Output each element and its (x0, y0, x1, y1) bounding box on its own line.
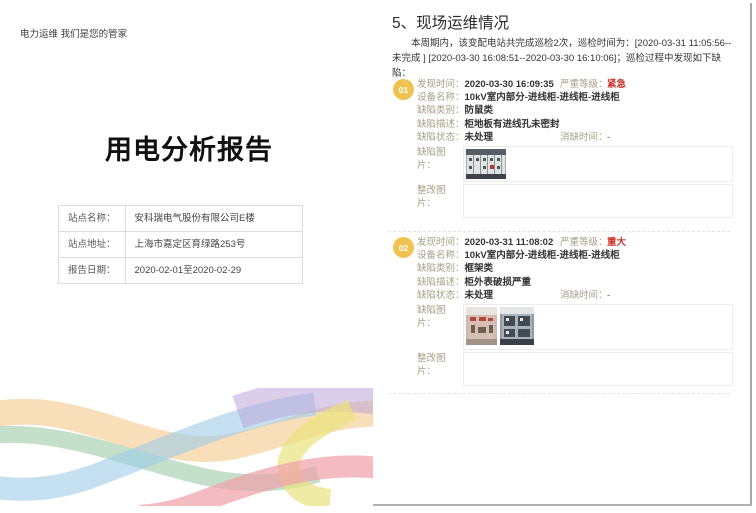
defect-category-value: 框架类 (465, 263, 494, 274)
defect-category-value: 防鼠类 (465, 105, 494, 116)
defect-photo-thumbnail[interactable] (466, 307, 497, 345)
resolved-time-label: 消缺时间： (560, 289, 608, 302)
defect-description-label: 缺陷描述： (417, 276, 465, 289)
resolved-time-label: 消缺时间： (560, 131, 608, 144)
cover-page: 电力运维 我们是您的管家 用电分析报告 站点名称： 安科瑞电气股份有限公司E楼 … (0, 0, 373, 513)
defect-photos-box (463, 146, 733, 182)
rectified-photos-label: 整改图片： (417, 184, 463, 210)
severity-value: 紧急 (607, 78, 626, 91)
report-preview: 电力运维 我们是您的管家 用电分析报告 站点名称： 安科瑞电气股份有限公司E楼 … (0, 0, 756, 513)
defect-category-label: 缺陷类别： (417, 104, 465, 117)
table-row: 站点名称： 安科瑞电气股份有限公司E楼 (59, 206, 303, 232)
device-name-label: 设备名称： (417, 249, 465, 262)
item-divider (388, 231, 730, 232)
table-row: 站点地址： 上海市嘉定区育绿路253号 (59, 232, 303, 258)
defect-index-badge: 02 (393, 237, 414, 258)
defect-status-label: 缺陷状态： (417, 131, 465, 144)
rectified-photos-box (463, 352, 733, 386)
defect-photos-label: 缺陷图片： (417, 146, 463, 172)
defect-photos-label: 缺陷图片： (417, 304, 463, 330)
found-time-label: 发现时间： (417, 78, 465, 91)
device-name-value: 10kV室内部分-进线柜-进线柜-进线柜 (465, 92, 620, 103)
section-title: 5、现场运维情况 (392, 11, 509, 33)
found-time-value: 2020-03-31 11:08:02 (465, 237, 554, 248)
defect-category-label: 缺陷类别： (417, 262, 465, 275)
site-address-value: 上海市嘉定区育绿路253号 (125, 232, 302, 258)
defect-description-label: 缺陷描述： (417, 118, 465, 131)
severity-label: 严重等级： (560, 236, 608, 249)
found-time-value: 2020-03-30 16:09:35 (465, 79, 554, 90)
found-time-label: 发现时间： (417, 236, 465, 249)
defect-photo-thumbnail[interactable] (500, 307, 534, 345)
defect-item-01: 01 发现时间：2020-03-30 16:09:35 严重等级：紧急 设备名称… (417, 78, 733, 218)
site-name-label: 站点名称： (59, 206, 126, 232)
decorative-ribbons (0, 388, 378, 506)
site-address-label: 站点地址： (59, 232, 126, 258)
severity-label: 严重等级： (560, 78, 608, 91)
report-title: 用电分析报告 (0, 128, 378, 167)
rectified-photos-label: 整改图片： (417, 352, 463, 378)
defect-description-value: 柜地板有进线孔未密封 (465, 119, 560, 130)
table-row: 报告日期： 2020-02-01至2020-02-29 (59, 258, 303, 284)
site-name-value: 安科瑞电气股份有限公司E楼 (125, 206, 302, 232)
resolved-time-value: - (607, 131, 610, 144)
site-info-table: 站点名称： 安科瑞电气股份有限公司E楼 站点地址： 上海市嘉定区育绿路253号 … (58, 205, 303, 284)
defect-photo-thumbnail[interactable] (466, 149, 506, 179)
report-date-value: 2020-02-01至2020-02-29 (125, 258, 302, 284)
defect-status-value: 未处理 (465, 132, 494, 143)
defect-status-value: 未处理 (465, 290, 494, 301)
device-name-value: 10kV室内部分-进线柜-进线柜-进线柜 (465, 250, 620, 261)
inspection-summary: 本周期内，该变配电站共完成巡检2次，巡检时间为：[2020-03-31 11:0… (392, 36, 738, 81)
brand-tagline: 电力运维 我们是您的管家 (20, 26, 127, 40)
rectified-photos-box (463, 184, 733, 218)
device-name-label: 设备名称： (417, 91, 465, 104)
defect-status-label: 缺陷状态： (417, 289, 465, 302)
resolved-time-value: - (607, 289, 610, 302)
defect-index-badge: 01 (393, 79, 414, 100)
report-page: 5、现场运维情况 本周期内，该变配电站共完成巡检2次，巡检时间为：[2020-0… (373, 3, 752, 506)
defect-description-value: 柜外表破损严重 (465, 277, 532, 288)
item-divider (388, 393, 730, 394)
report-date-label: 报告日期： (59, 258, 126, 284)
defect-item-02: 02 发现时间：2020-03-31 11:08:02 严重等级：重大 设备名称… (417, 236, 733, 386)
severity-value: 重大 (607, 236, 626, 249)
defect-photos-box (463, 304, 733, 350)
